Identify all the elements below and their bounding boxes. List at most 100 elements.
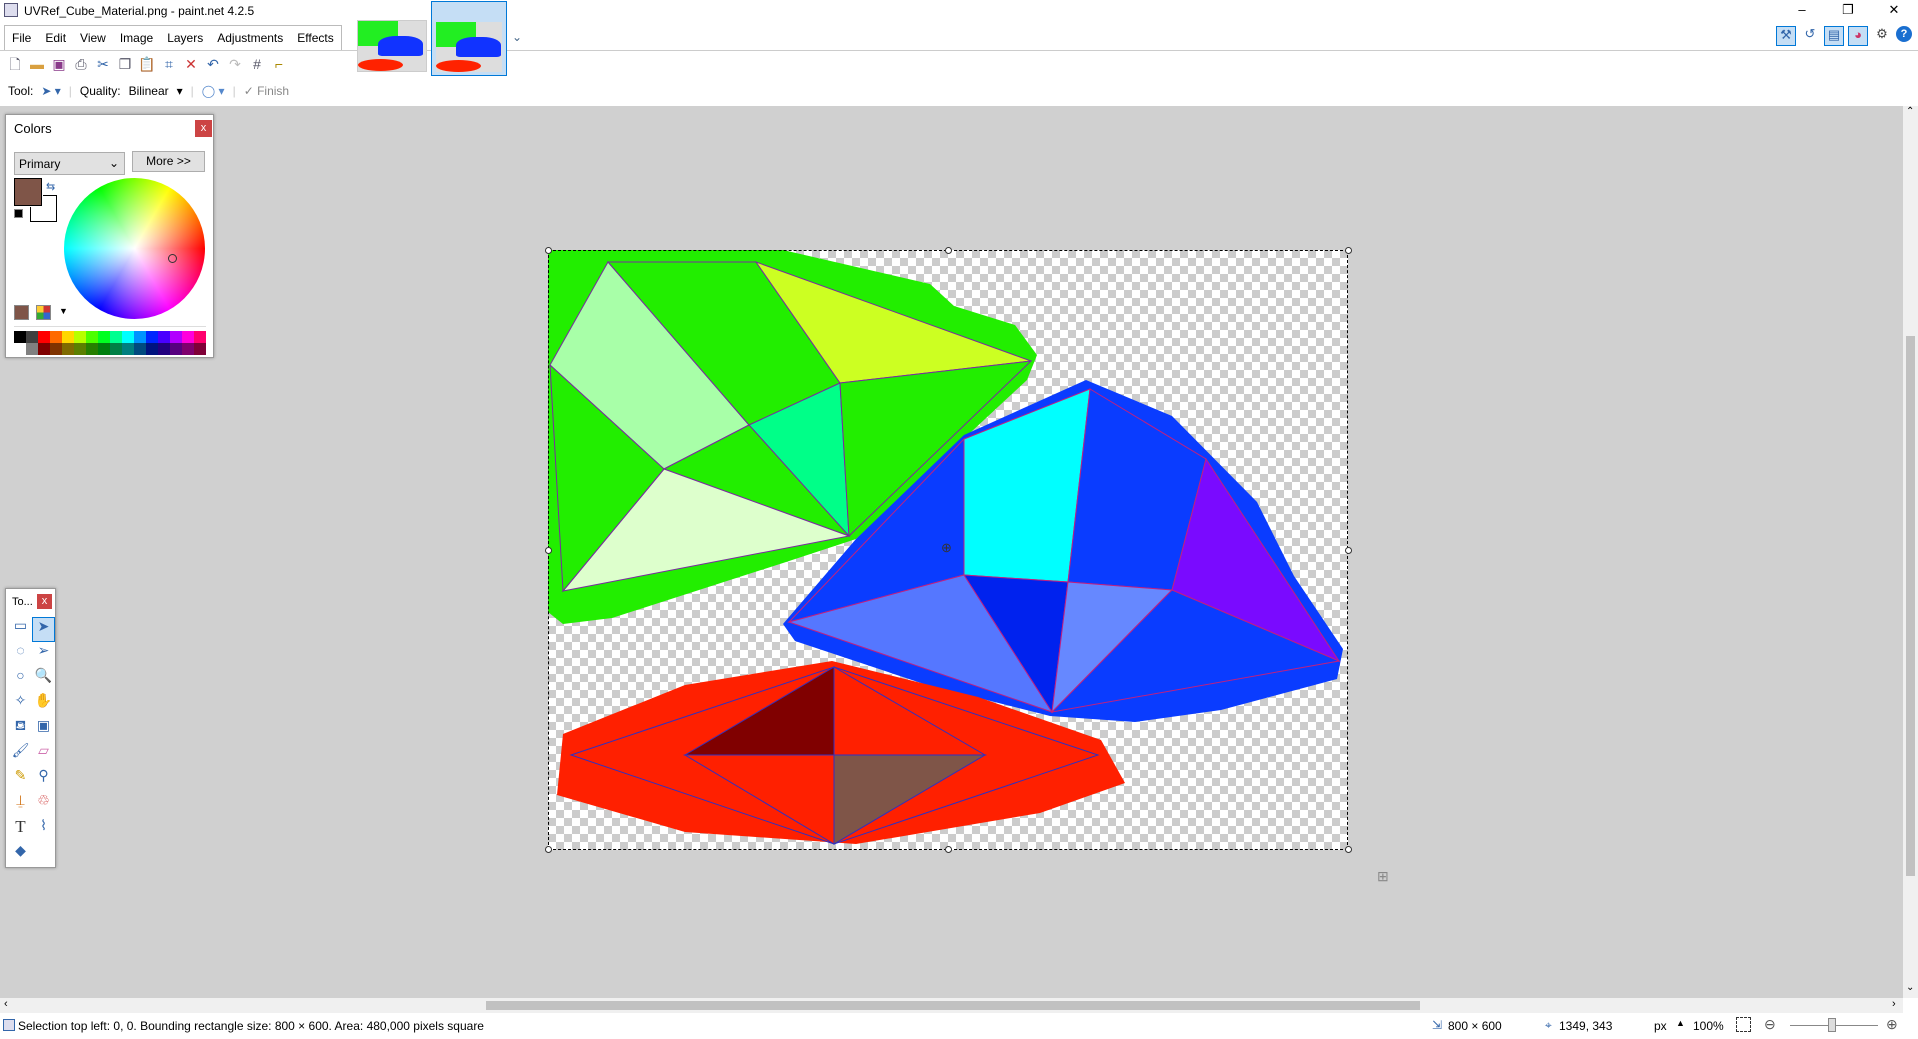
cut-icon[interactable]: ✂ [92, 54, 114, 74]
deselect-icon[interactable]: ✕ [180, 54, 202, 74]
palette-swatch[interactable] [194, 343, 206, 355]
palette-swatch[interactable] [26, 343, 38, 355]
eraser-tool-icon[interactable]: ▱ [32, 742, 55, 767]
selection-handle[interactable] [545, 846, 552, 853]
palette-menu-icon[interactable] [36, 305, 51, 320]
magic-wand-tool-icon[interactable]: ✧ [9, 692, 32, 717]
ruler-icon[interactable]: ⌐ [268, 54, 290, 74]
layers-window-icon[interactable]: ▤ [1824, 26, 1844, 46]
resize-grip-icon[interactable]: ⊞ [1377, 868, 1389, 885]
palette-swatch[interactable] [182, 331, 194, 343]
save-icon[interactable]: ▣ [48, 54, 70, 74]
move-selection-tool-icon[interactable]: ➤ ▾ [41, 84, 60, 98]
menu-file[interactable]: File [5, 26, 38, 50]
selection-handle[interactable] [1345, 547, 1352, 554]
print-icon[interactable]: ⎙ [70, 54, 92, 74]
ellipse-select-tool-icon[interactable]: ○ [9, 667, 32, 692]
menu-view[interactable]: View [73, 26, 113, 50]
settings-gear-icon[interactable]: ⚙ [1872, 26, 1892, 46]
menu-layers[interactable]: Layers [160, 26, 210, 50]
undo-icon[interactable]: ↶ [202, 54, 224, 74]
palette-swatch[interactable] [134, 343, 146, 355]
zoom-level[interactable]: 100% [1693, 1019, 1724, 1033]
palette-swatch[interactable] [110, 331, 122, 343]
move-selection-tool-icon[interactable]: ➢ [32, 642, 55, 667]
zoom-to-window-icon[interactable] [1736, 1017, 1751, 1032]
palette-swatch[interactable] [122, 331, 134, 343]
tools-panel-close-button[interactable]: x [37, 594, 52, 609]
units-selector[interactable]: px [1654, 1019, 1667, 1033]
recolor-tool-icon[interactable]: ♲ [32, 792, 55, 817]
pencil-tool-icon[interactable]: ✎ [9, 767, 32, 792]
quality-dropdown[interactable]: Bilinear [129, 84, 169, 98]
palette-swatch[interactable] [26, 331, 38, 343]
swap-colors-icon[interactable]: ⇆ [46, 180, 55, 193]
selection-mode-icon[interactable]: ◯ ▾ [202, 84, 225, 98]
palette-swatch[interactable] [62, 343, 74, 355]
document-thumbnail-active[interactable] [431, 1, 507, 76]
palette-swatch[interactable] [110, 343, 122, 355]
zoom-in-icon[interactable]: ⊕ [1886, 1016, 1898, 1033]
add-to-palette-icon[interactable] [14, 305, 29, 320]
color-wheel-cursor[interactable] [168, 254, 177, 263]
paste-icon[interactable]: 📋 [136, 54, 158, 74]
palette-swatch[interactable] [158, 343, 170, 355]
vertical-scrollbar[interactable]: ⌃ ⌄ [1903, 106, 1918, 998]
menu-adjustments[interactable]: Adjustments [210, 26, 290, 50]
colors-window-icon[interactable]: ◕ [1848, 26, 1868, 46]
selection-handle[interactable] [1345, 247, 1352, 254]
open-icon[interactable]: ▬ [26, 54, 48, 74]
palette-swatch[interactable] [158, 331, 170, 343]
zoom-tool-icon[interactable]: 🔍 [32, 667, 55, 692]
palette-swatch[interactable] [86, 331, 98, 343]
palette-swatch[interactable] [122, 343, 134, 355]
units-dropdown-icon[interactable]: ▲ [1676, 1018, 1685, 1028]
colors-panel-close-button[interactable]: x [195, 120, 212, 137]
palette-swatch[interactable] [50, 331, 62, 343]
palette-swatch[interactable] [14, 343, 26, 355]
redo-icon[interactable]: ↷ [224, 54, 246, 74]
palette-swatch[interactable] [62, 331, 74, 343]
vertical-scroll-thumb[interactable] [1906, 336, 1915, 876]
palette-swatch[interactable] [170, 331, 182, 343]
pan-tool-icon[interactable]: ✋ [32, 692, 55, 717]
move-selected-tool-icon[interactable]: ➤ [32, 617, 55, 642]
palette-swatch[interactable] [38, 331, 50, 343]
shapes-tool-icon[interactable]: ◆ [9, 842, 32, 867]
color-picker-tool-icon[interactable]: ⚲ [32, 767, 55, 792]
palette-swatch[interactable] [182, 343, 194, 355]
copy-icon[interactable]: ❐ [114, 54, 136, 74]
document-thumbnail[interactable] [357, 20, 427, 72]
palette-swatch[interactable] [50, 343, 62, 355]
palette-swatch[interactable] [98, 331, 110, 343]
minimize-button[interactable]: – [1780, 0, 1824, 22]
help-icon[interactable]: ? [1896, 26, 1912, 42]
zoom-slider-thumb[interactable] [1828, 1018, 1836, 1032]
lasso-select-tool-icon[interactable]: ◌ [9, 642, 32, 667]
selection-handle[interactable] [545, 247, 552, 254]
thumbnails-dropdown-icon[interactable]: ⌄ [512, 30, 522, 44]
palette-swatch[interactable] [146, 331, 158, 343]
grid-icon[interactable]: # [246, 54, 268, 74]
line-curve-tool-icon[interactable]: ⌇ [32, 817, 55, 842]
color-mode-dropdown[interactable]: Primary ⌄ [14, 152, 125, 175]
crop-icon[interactable]: ⌗ [158, 54, 180, 74]
text-tool-icon[interactable]: T [9, 817, 32, 842]
new-icon[interactable]: 🗋 [4, 54, 26, 74]
palette-swatch[interactable] [146, 343, 158, 355]
clone-stamp-tool-icon[interactable]: ⍊ [9, 792, 32, 817]
palette-swatch[interactable] [38, 343, 50, 355]
primary-color-swatch[interactable] [13, 177, 43, 207]
menu-image[interactable]: Image [113, 26, 160, 50]
restore-button[interactable]: ❐ [1826, 0, 1870, 22]
horizontal-scroll-thumb[interactable] [486, 1001, 1420, 1010]
paintbrush-tool-icon[interactable]: 🖌 [9, 742, 32, 767]
selection-handle[interactable] [545, 547, 552, 554]
menu-edit[interactable]: Edit [38, 26, 73, 50]
palette-swatch[interactable] [74, 331, 86, 343]
horizontal-scrollbar[interactable]: ‹ › [0, 998, 1903, 1013]
palette-swatch[interactable] [86, 343, 98, 355]
selection-handle[interactable] [945, 846, 952, 853]
gradient-tool-icon[interactable]: ▣ [32, 717, 55, 742]
palette-swatch[interactable] [74, 343, 86, 355]
